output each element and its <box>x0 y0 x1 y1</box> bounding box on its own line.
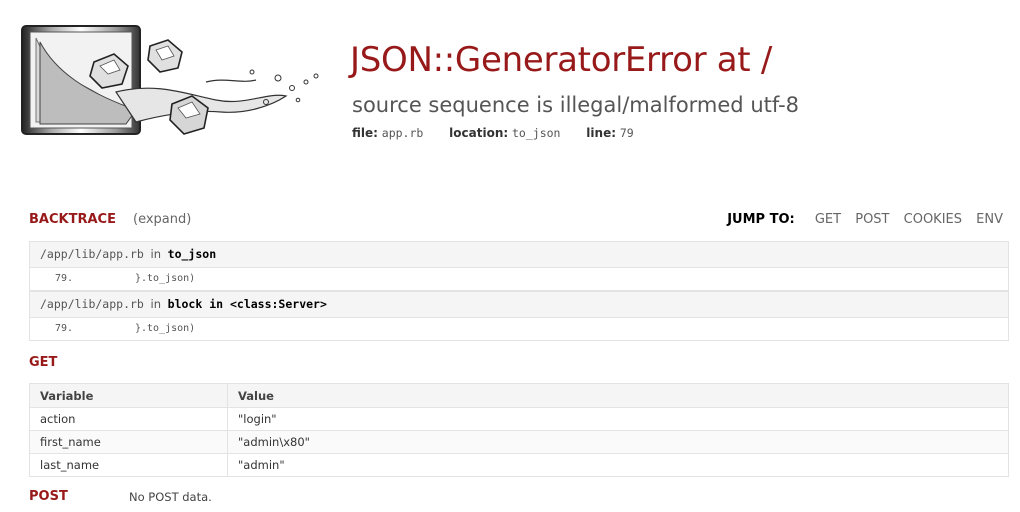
location-label: location: <box>449 126 509 140</box>
error-location-meta: file: app.rb location: to_json line: 79 <box>352 126 656 140</box>
get-heading: GET <box>29 355 58 370</box>
jump-link-env[interactable]: ENV <box>976 212 1003 227</box>
line-value: 79 <box>619 126 634 140</box>
frame-in: in <box>150 247 161 261</box>
value-cell: "admin" <box>227 453 1009 477</box>
column-header-value: Value <box>227 383 1009 408</box>
frame-path: /app/lib/app.rb <box>40 297 144 311</box>
value-cell: "login" <box>227 407 1009 431</box>
code-line-number: 79. <box>55 273 74 284</box>
get-variables-table: Variable Value action "login" first_name… <box>29 383 1009 477</box>
frame-code: 79. }.to_json) <box>29 317 1009 341</box>
table-header-row: Variable Value <box>29 383 1009 408</box>
frame-method: block in <class:Server> <box>167 297 327 311</box>
variable-cell: last_name <box>29 453 228 477</box>
column-header-variable: Variable <box>29 383 228 408</box>
variable-cell: first_name <box>29 430 228 454</box>
frame-code: 79. }.to_json) <box>29 267 1009 291</box>
sinatra-logo-icon <box>16 25 336 162</box>
jump-link-post[interactable]: POST <box>855 212 889 227</box>
table-row: first_name "admin\x80" <box>29 430 1009 454</box>
code-source: }.to_json) <box>135 323 196 334</box>
jump-to-label: JUMP TO: <box>727 212 795 227</box>
code-line-number: 79. <box>55 323 74 334</box>
frame-method: to_json <box>167 247 217 261</box>
expand-backtrace-link[interactable]: (expand) <box>133 212 191 227</box>
location-value: to_json <box>512 126 561 140</box>
value-cell: "admin\x80" <box>227 430 1009 454</box>
table-row: last_name "admin" <box>29 453 1009 477</box>
error-title: JSON::GeneratorError at / <box>350 40 772 80</box>
jump-link-get[interactable]: GET <box>815 212 841 227</box>
line-label: line: <box>586 126 617 140</box>
frame-path: /app/lib/app.rb <box>40 247 144 261</box>
jump-to-nav: JUMP TO: GET POST COOKIES ENV <box>727 212 1003 227</box>
backtrace-frames: /app/lib/app.rb in to_json 79. }.to_json… <box>29 241 1009 341</box>
jump-link-cookies[interactable]: COOKIES <box>904 212 962 227</box>
frame-in: in <box>150 297 161 311</box>
frame-header[interactable]: /app/lib/app.rb in block in <class:Serve… <box>29 291 1009 317</box>
post-empty-message: No POST data. <box>129 490 212 504</box>
error-message: source sequence is illegal/malformed utf… <box>352 93 800 117</box>
post-heading: POST <box>29 489 68 504</box>
table-row: action "login" <box>29 407 1009 431</box>
frame-header[interactable]: /app/lib/app.rb in to_json <box>29 241 1009 267</box>
code-source: }.to_json) <box>135 273 196 284</box>
variable-cell: action <box>29 407 228 431</box>
backtrace-heading: BACKTRACE <box>29 212 116 227</box>
file-label: file: <box>352 126 378 140</box>
file-value: app.rb <box>381 126 424 140</box>
